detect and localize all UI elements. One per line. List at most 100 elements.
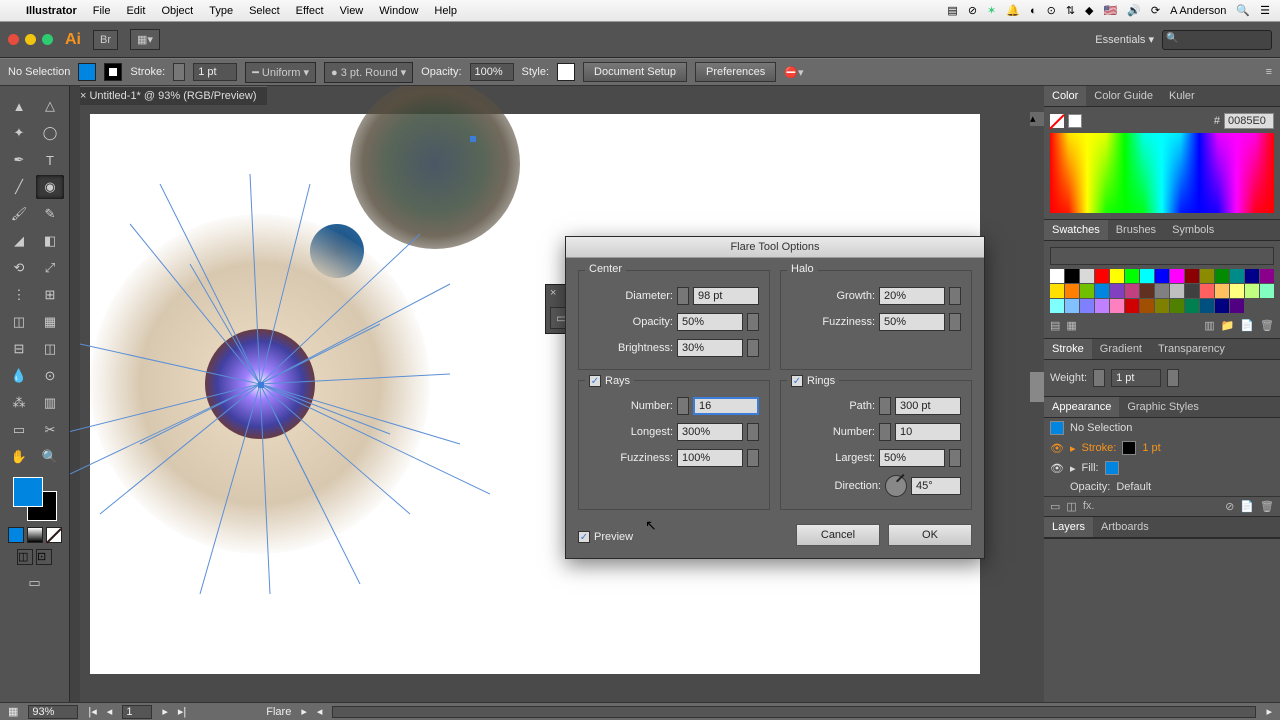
swatch[interactable] [1095,269,1109,283]
menu-select[interactable]: Select [249,5,280,17]
fill-stroke-control[interactable] [13,477,57,521]
type-tool[interactable]: T [36,148,64,172]
eyedropper-tool[interactable]: 💧 [5,364,33,388]
perspective-tool[interactable]: ▦ [36,310,64,334]
document-tab[interactable]: × Untitled-1* @ 93% (RGB/Preview) [70,86,267,105]
swatch[interactable] [1050,284,1064,298]
swatch[interactable] [1170,269,1184,283]
largest-drop[interactable] [949,449,961,467]
app-menu[interactable]: Illustrator [26,5,77,17]
direct-selection-tool[interactable]: △ [36,94,64,118]
nav-next-icon[interactable]: ▸ [162,705,168,718]
gradient-tool[interactable]: ◫ [36,337,64,361]
growth-drop[interactable] [949,287,961,305]
swatch[interactable] [1185,284,1199,298]
status-icon[interactable]: ⊙ [1047,4,1056,17]
view-icon[interactable]: ▦ [8,705,18,718]
swatch[interactable] [1065,269,1079,283]
vertical-scrollbar[interactable]: ▴ [1030,112,1044,702]
swatch[interactable] [1155,299,1169,313]
swatch[interactable] [1215,299,1229,313]
longest-drop[interactable] [747,423,759,441]
diameter-stepper[interactable] [677,287,689,305]
halo-fuzziness-input[interactable] [879,313,945,331]
user-name[interactable]: A Anderson [1170,5,1226,17]
add-stroke-icon[interactable]: ▭ [1050,500,1060,513]
swatch[interactable] [1065,299,1079,313]
swatch[interactable] [1260,269,1274,283]
swatch[interactable] [1110,299,1124,313]
swatch[interactable] [1080,299,1094,313]
status-icon[interactable]: ▤ [947,4,957,17]
rings-number-input[interactable] [895,423,961,441]
swatch-libraries-icon[interactable]: ▤ [1050,319,1060,332]
tab-kuler[interactable]: Kuler [1161,86,1203,106]
status-icon[interactable]: ✶ [987,4,996,17]
menu-view[interactable]: View [340,5,364,17]
rotate-tool[interactable]: ⟲ [5,256,33,280]
tab-graphic-styles[interactable]: Graphic Styles [1119,397,1207,417]
stroke-swatch[interactable] [104,63,122,81]
swatch[interactable] [1095,299,1109,313]
mesh-tool[interactable]: ⊟ [5,337,33,361]
rays-fuzziness-input[interactable] [677,449,743,467]
anchor-handle[interactable] [258,382,264,388]
tab-color-guide[interactable]: Color Guide [1086,86,1161,106]
swatch[interactable] [1140,269,1154,283]
ok-button[interactable]: OK [888,524,972,546]
control-menu-icon[interactable]: ≡ [1266,66,1272,78]
menu-help[interactable]: Help [434,5,457,17]
brightness-drop[interactable] [747,339,759,357]
slice-tool[interactable]: ✂ [36,418,64,442]
swatch[interactable] [1230,284,1244,298]
direction-dial[interactable] [885,475,907,497]
nav-last-icon[interactable]: ▸| [178,705,186,718]
nav-prev-icon[interactable]: ◂ [107,705,113,718]
swatch[interactable] [1200,299,1214,313]
swatch[interactable] [1185,269,1199,283]
rays-checkbox[interactable]: ✓ [589,375,601,387]
shape-builder-tool[interactable]: ◫ [5,310,33,334]
artboard-input[interactable] [122,705,152,719]
status-icon[interactable]: ◆ [1085,4,1093,17]
status-icon[interactable]: ◐ [1030,5,1037,17]
swatch[interactable] [1215,269,1229,283]
tab-artboards[interactable]: Artboards [1093,517,1157,537]
swatch[interactable] [1245,269,1259,283]
swatch[interactable] [1050,299,1064,313]
swatch[interactable] [1125,284,1139,298]
longest-input[interactable] [677,423,743,441]
zoom-input[interactable] [28,705,78,719]
sync-icon[interactable]: ⟳ [1151,4,1160,17]
swatch[interactable] [1215,284,1229,298]
symbol-sprayer-tool[interactable]: ⁂ [5,391,33,415]
swatch[interactable] [1140,299,1154,313]
swatch-search-input[interactable] [1050,247,1274,265]
swatch[interactable] [1200,269,1214,283]
swatch-kind-icon[interactable]: ▦ [1066,319,1076,332]
swatch[interactable] [1185,299,1199,313]
fill-box[interactable] [1068,114,1082,128]
opacity-input[interactable] [470,63,514,81]
delete-swatch-icon[interactable]: 🗑 [1260,319,1274,332]
menu-object[interactable]: Object [161,5,193,17]
rays-number-input[interactable] [693,397,759,415]
swatch[interactable] [1155,269,1169,283]
trash-icon[interactable]: 🗑 [1260,500,1274,513]
scroll-right-icon[interactable]: ▸ [1266,705,1272,718]
status-icon[interactable]: ⊘ [968,4,977,17]
swatch[interactable] [1065,284,1079,298]
search-input[interactable] [1162,30,1272,50]
growth-input[interactable] [879,287,945,305]
menu-edit[interactable]: Edit [126,5,145,17]
swatch[interactable] [1245,284,1259,298]
brush-select[interactable]: ● 3 pt. Round ▾ [324,62,413,83]
menu-type[interactable]: Type [209,5,233,17]
artboard-tool[interactable]: ▭ [5,418,33,442]
menu-effect[interactable]: Effect [296,5,324,17]
tab-swatches[interactable]: Swatches [1044,220,1108,240]
stroke-weight-input[interactable] [193,63,237,81]
flag-icon[interactable]: 🇺🇸 [1104,4,1118,17]
center-opacity-drop[interactable] [747,313,759,331]
new-group-icon[interactable]: 📁 [1221,319,1235,332]
